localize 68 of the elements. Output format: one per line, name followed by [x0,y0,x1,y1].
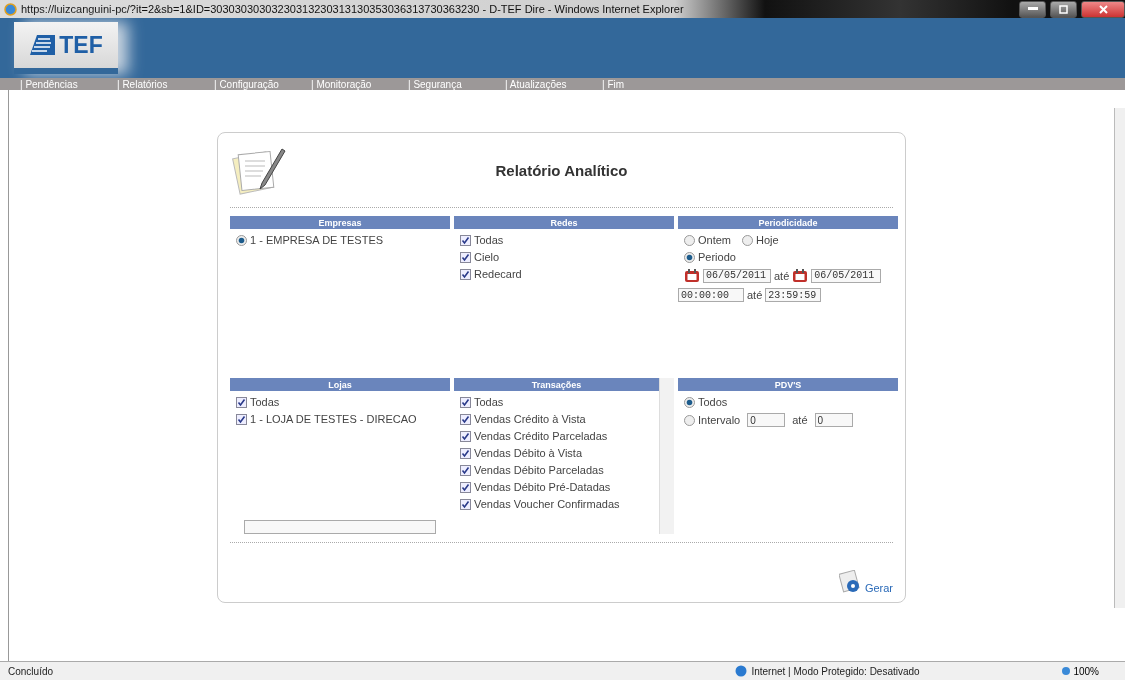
radio-button[interactable] [742,234,753,246]
report-title: Relatório Analítico [494,161,629,179]
until-label: até [747,289,763,301]
range-to-field[interactable]: 0 [814,413,853,427]
checkbox[interactable] [460,413,471,425]
checkbox-label: Todas [250,396,280,408]
checkbox-label: Redecard [474,268,522,280]
radio-button[interactable] [684,234,695,246]
checkbox-label: 1 - LOJA DE TESTES - DIRECAO [250,413,417,425]
close-icon [1098,4,1108,14]
radio-label: Periodo [698,251,736,263]
checkbox[interactable] [460,396,471,408]
zoom-button[interactable]: 100% [1055,664,1105,678]
checkbox-label: Vendas Débito Parceladas [474,464,604,476]
close-button[interactable] [1081,0,1125,18]
maximize-button[interactable] [1050,0,1077,18]
date-field[interactable]: 06/05/2011 [811,268,882,283]
radio-button[interactable] [236,234,247,246]
radio-label: Ontem [698,234,731,246]
section-header: Empresas [230,216,450,229]
checkbox[interactable] [460,447,471,459]
checkbox[interactable] [460,430,471,442]
section-header: PDV'S [678,378,898,391]
date-field[interactable]: 06/05/2011 [703,268,771,283]
radio-label: 1 - EMPRESA DE TESTES [250,234,384,246]
section-header: Lojas [230,378,450,391]
checkbox-label: Cielo [474,251,500,263]
until-label: até [774,269,790,282]
checkbox[interactable] [460,268,471,280]
checkbox-label: Vendas Crédito à Vista [474,413,586,425]
minimize-icon [1027,7,1038,11]
radio-button[interactable] [684,414,695,426]
section-header: Transações [454,378,659,391]
scrollbar[interactable] [659,378,674,534]
checkbox-label: Vendas Débito Pré-Datadas [474,481,611,493]
status-text: Concluído [8,665,55,677]
maximize-icon [1059,4,1068,14]
checkbox[interactable] [460,464,471,476]
generate-button[interactable]: Gerar [838,570,893,594]
section-header: Periodicidade [678,216,898,229]
radio-label: Hoje [756,234,779,246]
checkbox[interactable] [460,481,471,493]
radio-button[interactable] [684,396,695,408]
calendar-icon[interactable] [792,268,809,283]
checkbox[interactable] [236,413,247,425]
section-header: Redes [454,216,674,229]
checkbox[interactable] [460,251,471,263]
checkbox-label: Vendas Crédito Parceladas [474,430,608,442]
checkbox[interactable] [236,396,247,408]
checkbox[interactable] [460,498,471,510]
checkbox[interactable] [460,234,471,246]
radio-label: Intervalo [698,414,741,426]
security-zone: Internet | Modo Protegido: Desativado [735,665,1056,677]
radio-label: Todos [698,396,728,408]
range-from-field[interactable]: 0 [747,413,786,427]
scrollbar[interactable] [1114,108,1125,608]
checkbox-label: Todas [474,396,504,408]
radio-button[interactable] [684,251,695,263]
time-field[interactable]: 23:59:59 [765,288,822,302]
input-field[interactable] [244,520,436,534]
checkbox-label: Vendas Débito à Vista [474,447,583,459]
until-label: até [792,414,808,426]
checkbox-label: Todas [474,234,504,246]
calendar-icon[interactable] [684,268,700,283]
time-field[interactable]: 00:00:00 [678,288,744,302]
checkbox-label: Vendas Voucher Confirmadas [474,498,620,510]
window-title: https://luizcanguini-pc/?it=2&sb=1&ID=30303030303230313230313130353036313730363230 - D-TEF Dire - Windows Internet Explorer [21,3,685,15]
minimize-button[interactable] [1019,0,1046,18]
